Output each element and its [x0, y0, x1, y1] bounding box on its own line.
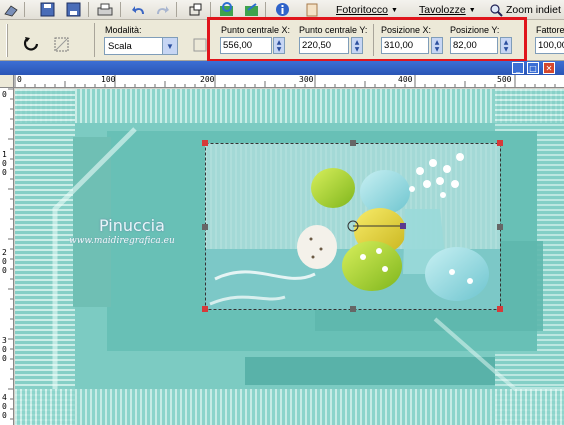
info-icon[interactable] [273, 1, 291, 18]
menu-zoom-out-label: Zoom indiet [506, 4, 561, 16]
background-artwork [15, 89, 564, 425]
horizontal-ruler-ticks [14, 75, 556, 87]
paint-icon[interactable] [2, 1, 20, 18]
ruler-label: 300 [299, 75, 314, 84]
horizontal-ruler: 0 100 200 300 400 500 [14, 75, 564, 88]
undo-icon[interactable] [130, 1, 148, 18]
script-icon[interactable] [303, 1, 321, 18]
toolbar-separator [210, 2, 211, 17]
menu-fotoritocco-label: Fotoritocco [336, 4, 388, 16]
zoom-out-icon [490, 3, 503, 17]
crop-icon[interactable] [186, 1, 204, 18]
mode-select-value: Scala [108, 40, 132, 52]
ruler-label: 0 [2, 90, 7, 99]
ruler-label: 100 [2, 150, 7, 177]
minimize-icon[interactable]: _ [512, 62, 524, 74]
grid-icon[interactable] [192, 37, 208, 53]
grip [6, 24, 8, 57]
ruler-label: 100 [101, 75, 116, 84]
image-canvas[interactable]: Pinuccia www.maidiregrafica.eu [15, 89, 564, 425]
deform-icon[interactable] [51, 34, 71, 54]
rotate-icon[interactable] [22, 34, 42, 54]
mode-select[interactable]: Scala ▼ [104, 37, 178, 55]
watermark-name: Pinuccia [99, 216, 165, 235]
save-icon[interactable] [38, 1, 56, 18]
ruler-label: 200 [2, 248, 7, 275]
factor-value: 100,00 [538, 40, 564, 51]
ruler-label: 400 [2, 393, 7, 420]
chevron-down-icon[interactable]: ▼ [162, 38, 177, 54]
ruler-label: 200 [200, 75, 215, 84]
close-icon[interactable]: ✕ [543, 62, 555, 74]
toolbar-separator [265, 2, 266, 17]
toolbar-separator [24, 2, 25, 17]
mode-label: Modalità: [105, 25, 142, 35]
export-icon[interactable] [243, 1, 261, 18]
print-icon[interactable] [96, 1, 114, 18]
watermark-url: www.maidiregrafica.eu [69, 236, 175, 246]
toolbar-separator [120, 2, 121, 17]
document-titlebar [0, 61, 564, 75]
menu-tavolozze-label: Tavolozze [419, 4, 466, 16]
refresh-icon[interactable] [218, 1, 236, 18]
ruler-label: 500 [497, 75, 512, 84]
factor-label: Fattore [536, 25, 564, 35]
ruler-corner [0, 75, 14, 88]
ruler-label: 0 [17, 75, 22, 84]
menu-fotoritocco[interactable]: Fotoritocco ▼ [336, 2, 398, 18]
redo-icon[interactable] [153, 1, 171, 18]
toolbar-separator [88, 2, 89, 17]
toolbar-separator [94, 23, 95, 57]
menu-zoom-out[interactable]: Zoom indiet [490, 2, 561, 18]
menu-tavolozze[interactable]: Tavolozze ▼ [419, 2, 476, 18]
vertical-ruler: 0 100 200 300 400 [0, 88, 14, 425]
factor-input[interactable]: 100,00 [535, 37, 564, 54]
maximize-icon[interactable]: □ [527, 62, 539, 74]
ruler-label: 400 [398, 75, 413, 84]
ruler-label: 300 [2, 336, 7, 363]
highlight-box [207, 17, 527, 62]
toolbar-separator [176, 2, 177, 17]
chevron-down-icon: ▼ [468, 6, 476, 14]
easter-eggs-photo[interactable] [205, 143, 501, 310]
chevron-down-icon: ▼ [390, 6, 398, 14]
save-as-icon[interactable] [64, 1, 82, 18]
